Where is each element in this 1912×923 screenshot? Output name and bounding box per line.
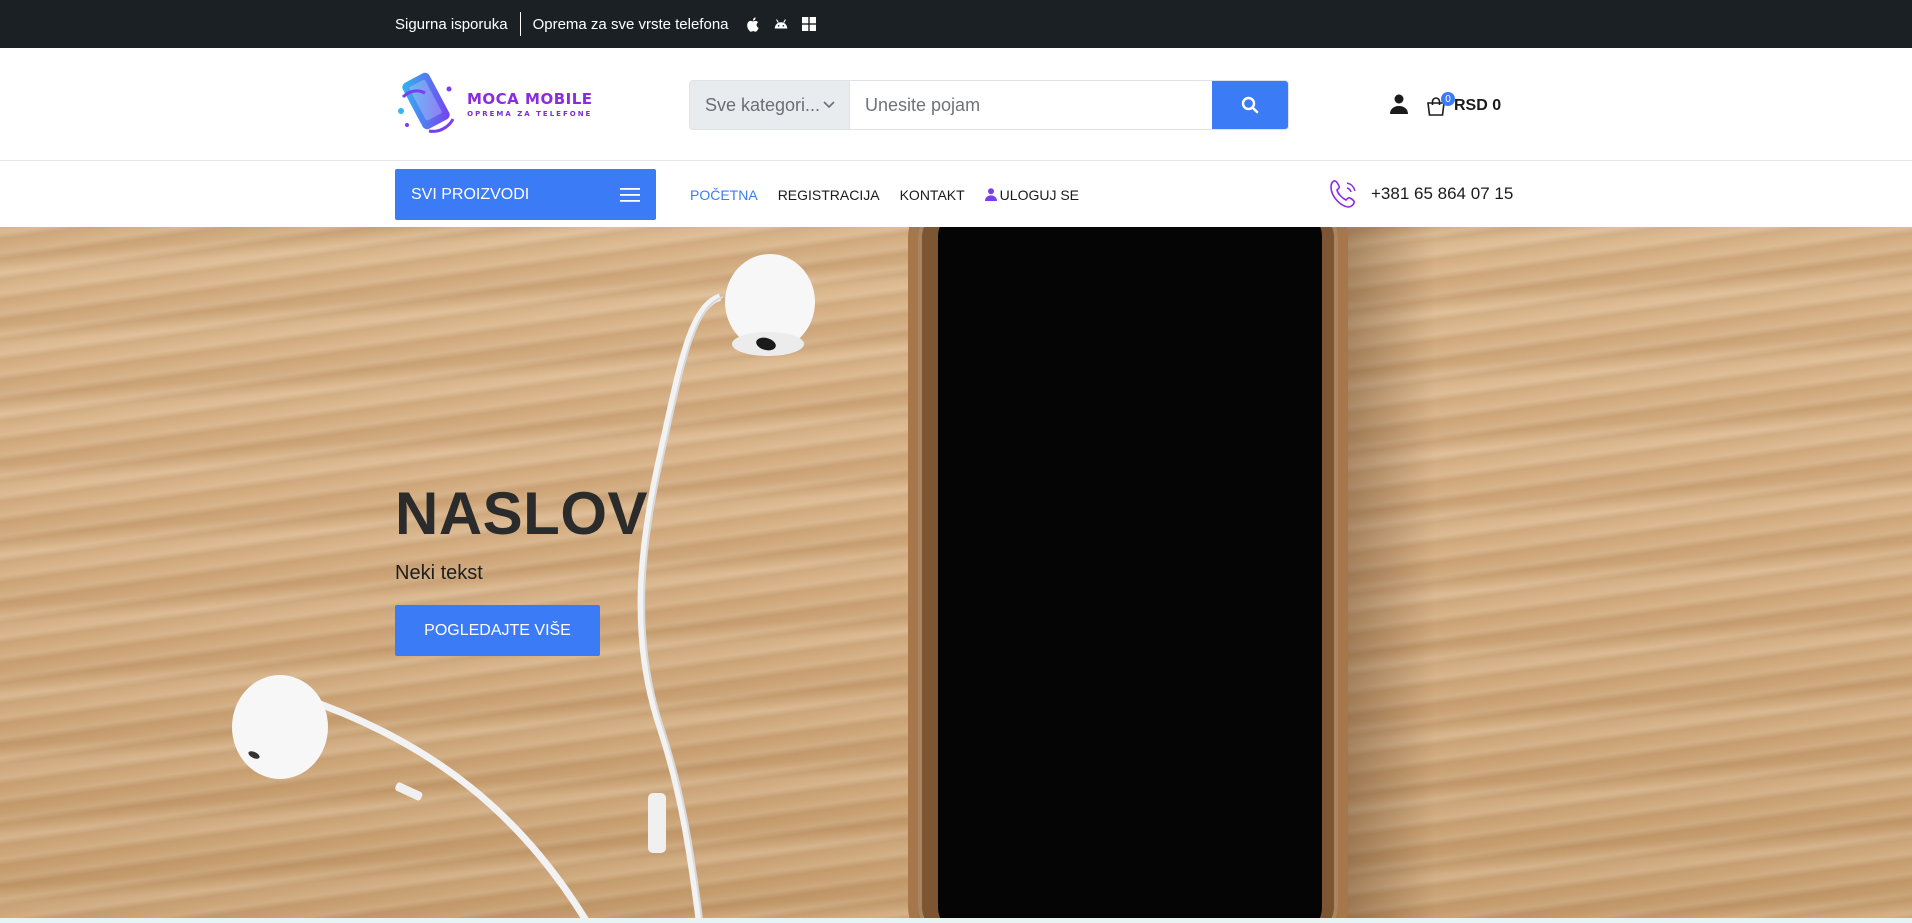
search-icon — [1241, 96, 1259, 114]
header-actions: 0 RSD 0 — [1390, 90, 1501, 122]
delivery-text: Sigurna isporuka — [395, 15, 508, 33]
nav-link-register[interactable]: REGISTRACIJA — [778, 187, 880, 203]
hero-content: NASLOV Neki tekst POGLEDAJTE VIŠE — [395, 479, 648, 656]
all-products-button[interactable]: SVI PROIZVODI — [395, 169, 656, 220]
section-divider — [0, 918, 1912, 923]
smartphone-image — [908, 227, 1348, 918]
smartphone-screen — [938, 227, 1322, 918]
account-button[interactable] — [1390, 94, 1408, 119]
category-select[interactable]: Sve kategori... — [690, 81, 850, 129]
top-bar-content: Sigurna isporuka Oprema za sve vrste tel… — [395, 0, 817, 48]
chevron-down-icon — [823, 101, 835, 109]
cart-total: RSD 0 — [1454, 97, 1502, 114]
search-button[interactable] — [1212, 81, 1288, 129]
nav-link-home[interactable]: POČETNA — [690, 187, 758, 203]
nav-link-contact[interactable]: KONTAKT — [900, 187, 965, 203]
phone-contact[interactable]: +381 65 864 07 15 — [1327, 176, 1513, 212]
hero-subtitle: Neki tekst — [395, 562, 483, 584]
category-select-value: Sve kategori... — [705, 94, 821, 115]
hero-title: NASLOV — [395, 480, 649, 547]
nav-link-login-label: ULOGUJ SE — [999, 186, 1080, 203]
cart-count-badge: 0 — [1441, 92, 1455, 106]
cart-button[interactable]: 0 RSD 0 — [1426, 92, 1502, 116]
top-bar: Sigurna isporuka Oprema za sve vrste tel… — [0, 0, 1912, 48]
phone-icon — [1330, 180, 1356, 208]
main-nav: SVI PROIZVODI POČETNA REGISTRACIJA KONTA… — [0, 162, 1912, 227]
logo-icon — [398, 72, 455, 133]
all-products-label: SVI PROIZVODI — [411, 185, 530, 203]
apple-icon — [745, 16, 761, 32]
user-icon — [984, 188, 997, 201]
hero-cta-button[interactable]: POGLEDAJTE VIŠE — [395, 605, 600, 656]
equipment-text: Oprema za sve vrste telefona — [532, 15, 729, 33]
os-icons — [745, 16, 817, 32]
nav-menu: POČETNA REGISTRACIJA KONTAKT ULOGUJ SE — [690, 162, 1079, 227]
phone-number: +381 65 864 07 15 — [1371, 184, 1514, 203]
logo-title: MOCA MOBILE — [467, 90, 593, 108]
logo-text: MOCA MOBILE OPREMA ZA TELEFONE — [467, 90, 593, 118]
user-icon — [1390, 94, 1408, 114]
divider — [519, 12, 521, 36]
android-icon — [773, 16, 789, 32]
nav-link-login[interactable]: ULOGUJ SE — [984, 186, 1080, 203]
search-input[interactable] — [850, 81, 1212, 129]
hamburger-icon — [620, 187, 640, 202]
windows-icon — [801, 16, 817, 32]
header: MOCA MOBILE OPREMA ZA TELEFONE Sve kateg… — [0, 48, 1912, 161]
hero-banner: NASLOV Neki tekst POGLEDAJTE VIŠE — [0, 227, 1912, 918]
search-bar: Sve kategori... — [689, 80, 1289, 130]
logo[interactable]: MOCA MOBILE OPREMA ZA TELEFONE — [395, 66, 605, 142]
logo-subtitle: OPREMA ZA TELEFONE — [467, 110, 593, 118]
